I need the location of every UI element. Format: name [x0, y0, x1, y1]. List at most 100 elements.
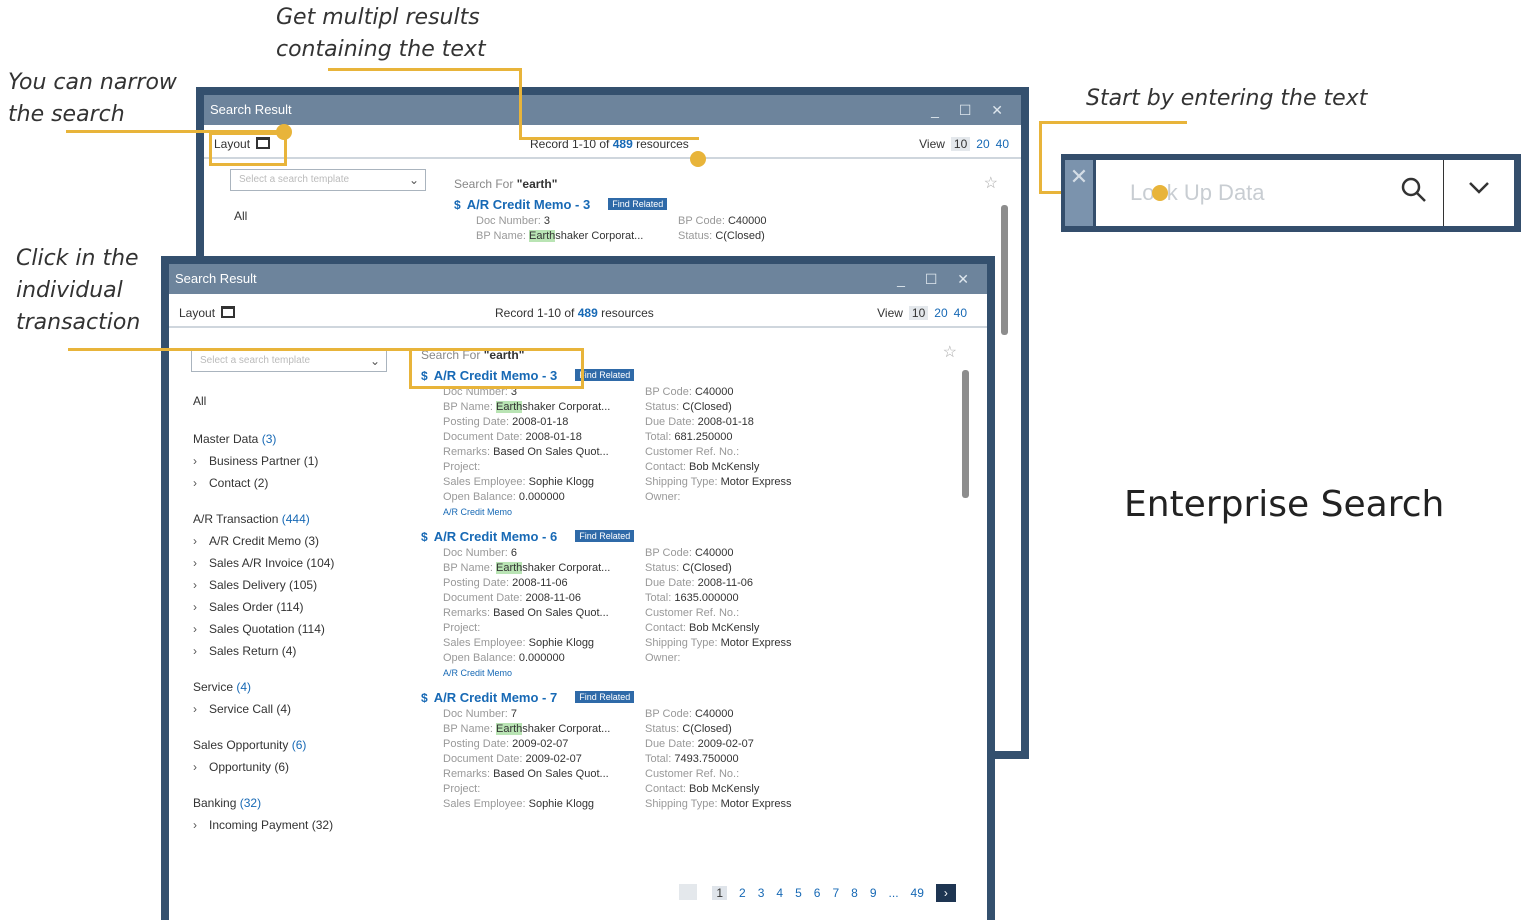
view-option-10[interactable]: 10 [950, 137, 971, 151]
item-label: Contact [209, 476, 251, 490]
shipping-type-label: Shipping Type: [645, 637, 718, 649]
view-label: View [877, 306, 903, 320]
page-2[interactable]: 2 [739, 886, 746, 900]
bp-code-value: C40000 [694, 547, 734, 559]
chevron-right-icon: › [193, 454, 197, 468]
window-title: Search Result [210, 102, 292, 117]
annotation-line [519, 137, 699, 140]
find-related-button[interactable]: Find Related [575, 369, 635, 381]
close-icon[interactable]: ✕ [1065, 160, 1093, 226]
view-selector: View 10 20 40 [919, 137, 1009, 151]
remarks-label: Remarks: [443, 607, 491, 619]
sidebar-item-contact[interactable]: › Contact (2) [193, 476, 389, 490]
bp-code-value: C40000 [694, 708, 734, 720]
view-option-20[interactable]: 20 [976, 137, 989, 151]
page-1[interactable]: 1 [712, 886, 728, 900]
group-header[interactable]: Service (4) [193, 680, 389, 694]
sidebar-item-ar-credit-memo[interactable]: › A/R Credit Memo (3) [193, 534, 389, 548]
result-item: $ A/R Credit Memo - 6 Find Related Doc Num… [421, 529, 981, 678]
star-icon[interactable]: ☆ [943, 342, 957, 362]
find-related-button[interactable]: Find Related [575, 530, 635, 542]
template-select[interactable]: Select a search template ⌄ [230, 169, 426, 191]
sidebar-item-business-partner[interactable]: › Business Partner (1) [193, 454, 389, 468]
star-icon[interactable]: ☆ [984, 173, 998, 193]
template-select[interactable]: Select a search template ⌄ [191, 350, 387, 372]
sales-employee-value: Sophie Klogg [528, 476, 595, 488]
window-controls[interactable]: _ ☐ ✕ [931, 95, 1011, 125]
result-type-link[interactable]: A/R Credit Memo [443, 507, 981, 517]
lookup-input[interactable]: Look Up Data [1130, 180, 1265, 206]
window-controls[interactable]: _ ☐ ✕ [897, 264, 977, 294]
view-option-40[interactable]: 40 [996, 137, 1009, 151]
page-4[interactable]: 4 [776, 886, 783, 900]
customer-ref-label: Customer Ref. No.: [645, 446, 740, 458]
annotation-highlight-box [409, 348, 584, 389]
sidebar-item-sales-order[interactable]: › Sales Order (114) [193, 600, 389, 614]
result-item: $ A/R Credit Memo - 3 Find Related Doc Num… [454, 197, 1014, 242]
view-option-10[interactable]: 10 [908, 306, 929, 320]
group-header[interactable]: Master Data (3) [193, 432, 389, 446]
item-count: (4) [276, 702, 292, 716]
search-icon[interactable] [1400, 176, 1428, 211]
group-header[interactable]: Sales Opportunity (6) [193, 738, 389, 752]
remarks-value: Based On Sales Quot... [493, 607, 609, 619]
template-placeholder: Select a search template [200, 355, 311, 366]
contact-value: Bob McKensly [689, 461, 760, 473]
divider [1443, 160, 1444, 226]
status-label: Status: [645, 562, 680, 574]
annotation-click-transaction: Click in the individual transaction [16, 246, 141, 335]
prev-page-button[interactable] [679, 884, 697, 900]
sidebar-item-all[interactable]: All [234, 209, 424, 223]
project-label: Project: [443, 622, 481, 634]
chevron-right-icon: › [193, 702, 197, 716]
sidebar-item-sales-ar-invoice[interactable]: › Sales A/R Invoice (104) [193, 556, 389, 570]
status-label: Status: [645, 723, 680, 735]
page-9[interactable]: 9 [870, 886, 877, 900]
annotation-line [68, 348, 412, 351]
layout-button[interactable]: Layout [179, 306, 236, 320]
posting-date-value: 2008-11-06 [512, 577, 568, 589]
chevron-right-icon: › [193, 760, 197, 774]
sidebar-item-sales-return[interactable]: › Sales Return (4) [193, 644, 389, 658]
customer-ref-label: Customer Ref. No.: [645, 607, 740, 619]
page-7[interactable]: 7 [832, 886, 839, 900]
scrollbar[interactable] [1001, 205, 1008, 335]
find-related-button[interactable]: Find Related [608, 198, 668, 210]
result-title-link[interactable]: A/R Credit Memo - 6 [434, 529, 558, 544]
sidebar-item-opportunity[interactable]: › Opportunity (6) [193, 760, 389, 774]
result-type-link[interactable]: A/R Credit Memo [443, 668, 981, 678]
view-option-40[interactable]: 40 [954, 306, 967, 320]
layout-icon [221, 306, 236, 318]
sidebar-group-sales-opportunity: Sales Opportunity (6) › Opportunity (6) [193, 738, 389, 774]
shipping-type-label: Shipping Type: [645, 476, 718, 488]
page-8[interactable]: 8 [851, 886, 858, 900]
owner-label: Owner: [645, 652, 681, 664]
sidebar-item-sales-quotation[interactable]: › Sales Quotation (114) [193, 622, 389, 636]
chevron-right-icon: › [193, 600, 197, 614]
result-title-link[interactable]: A/R Credit Memo - 7 [434, 690, 558, 705]
sidebar-item-all[interactable]: All [193, 394, 389, 408]
find-related-button[interactable]: Find Related [575, 691, 635, 703]
page-6[interactable]: 6 [814, 886, 821, 900]
posting-date-value: 2008-01-18 [512, 416, 569, 428]
group-header[interactable]: Banking (32) [193, 796, 389, 810]
sidebar-item-incoming-payment[interactable]: › Incoming Payment (32) [193, 818, 389, 832]
chevron-down-icon[interactable] [1466, 174, 1492, 207]
page-49[interactable]: 49 [911, 886, 924, 900]
page-3[interactable]: 3 [758, 886, 765, 900]
posting-date-label: Posting Date: [443, 416, 510, 428]
item-count: (114) [297, 622, 325, 636]
annotation-line [1041, 121, 1187, 124]
view-option-20[interactable]: 20 [934, 306, 947, 320]
document-date-value: 2008-11-06 [525, 592, 581, 604]
item-label: Sales A/R Invoice [209, 556, 304, 570]
sidebar-item-sales-delivery[interactable]: › Sales Delivery (105) [193, 578, 389, 592]
next-page-button[interactable]: › [935, 884, 956, 902]
page-5[interactable]: 5 [795, 886, 802, 900]
result-title-link[interactable]: A/R Credit Memo - 3 [467, 197, 591, 212]
sidebar-item-service-call[interactable]: › Service Call (4) [193, 702, 389, 716]
doc-number-label: Doc Number: [476, 215, 541, 227]
result-fields: Doc Number: 3 BP Code: C40000 BP Name: E… [443, 386, 981, 503]
scrollbar[interactable] [962, 370, 969, 498]
group-header[interactable]: A/R Transaction (444) [193, 512, 389, 526]
